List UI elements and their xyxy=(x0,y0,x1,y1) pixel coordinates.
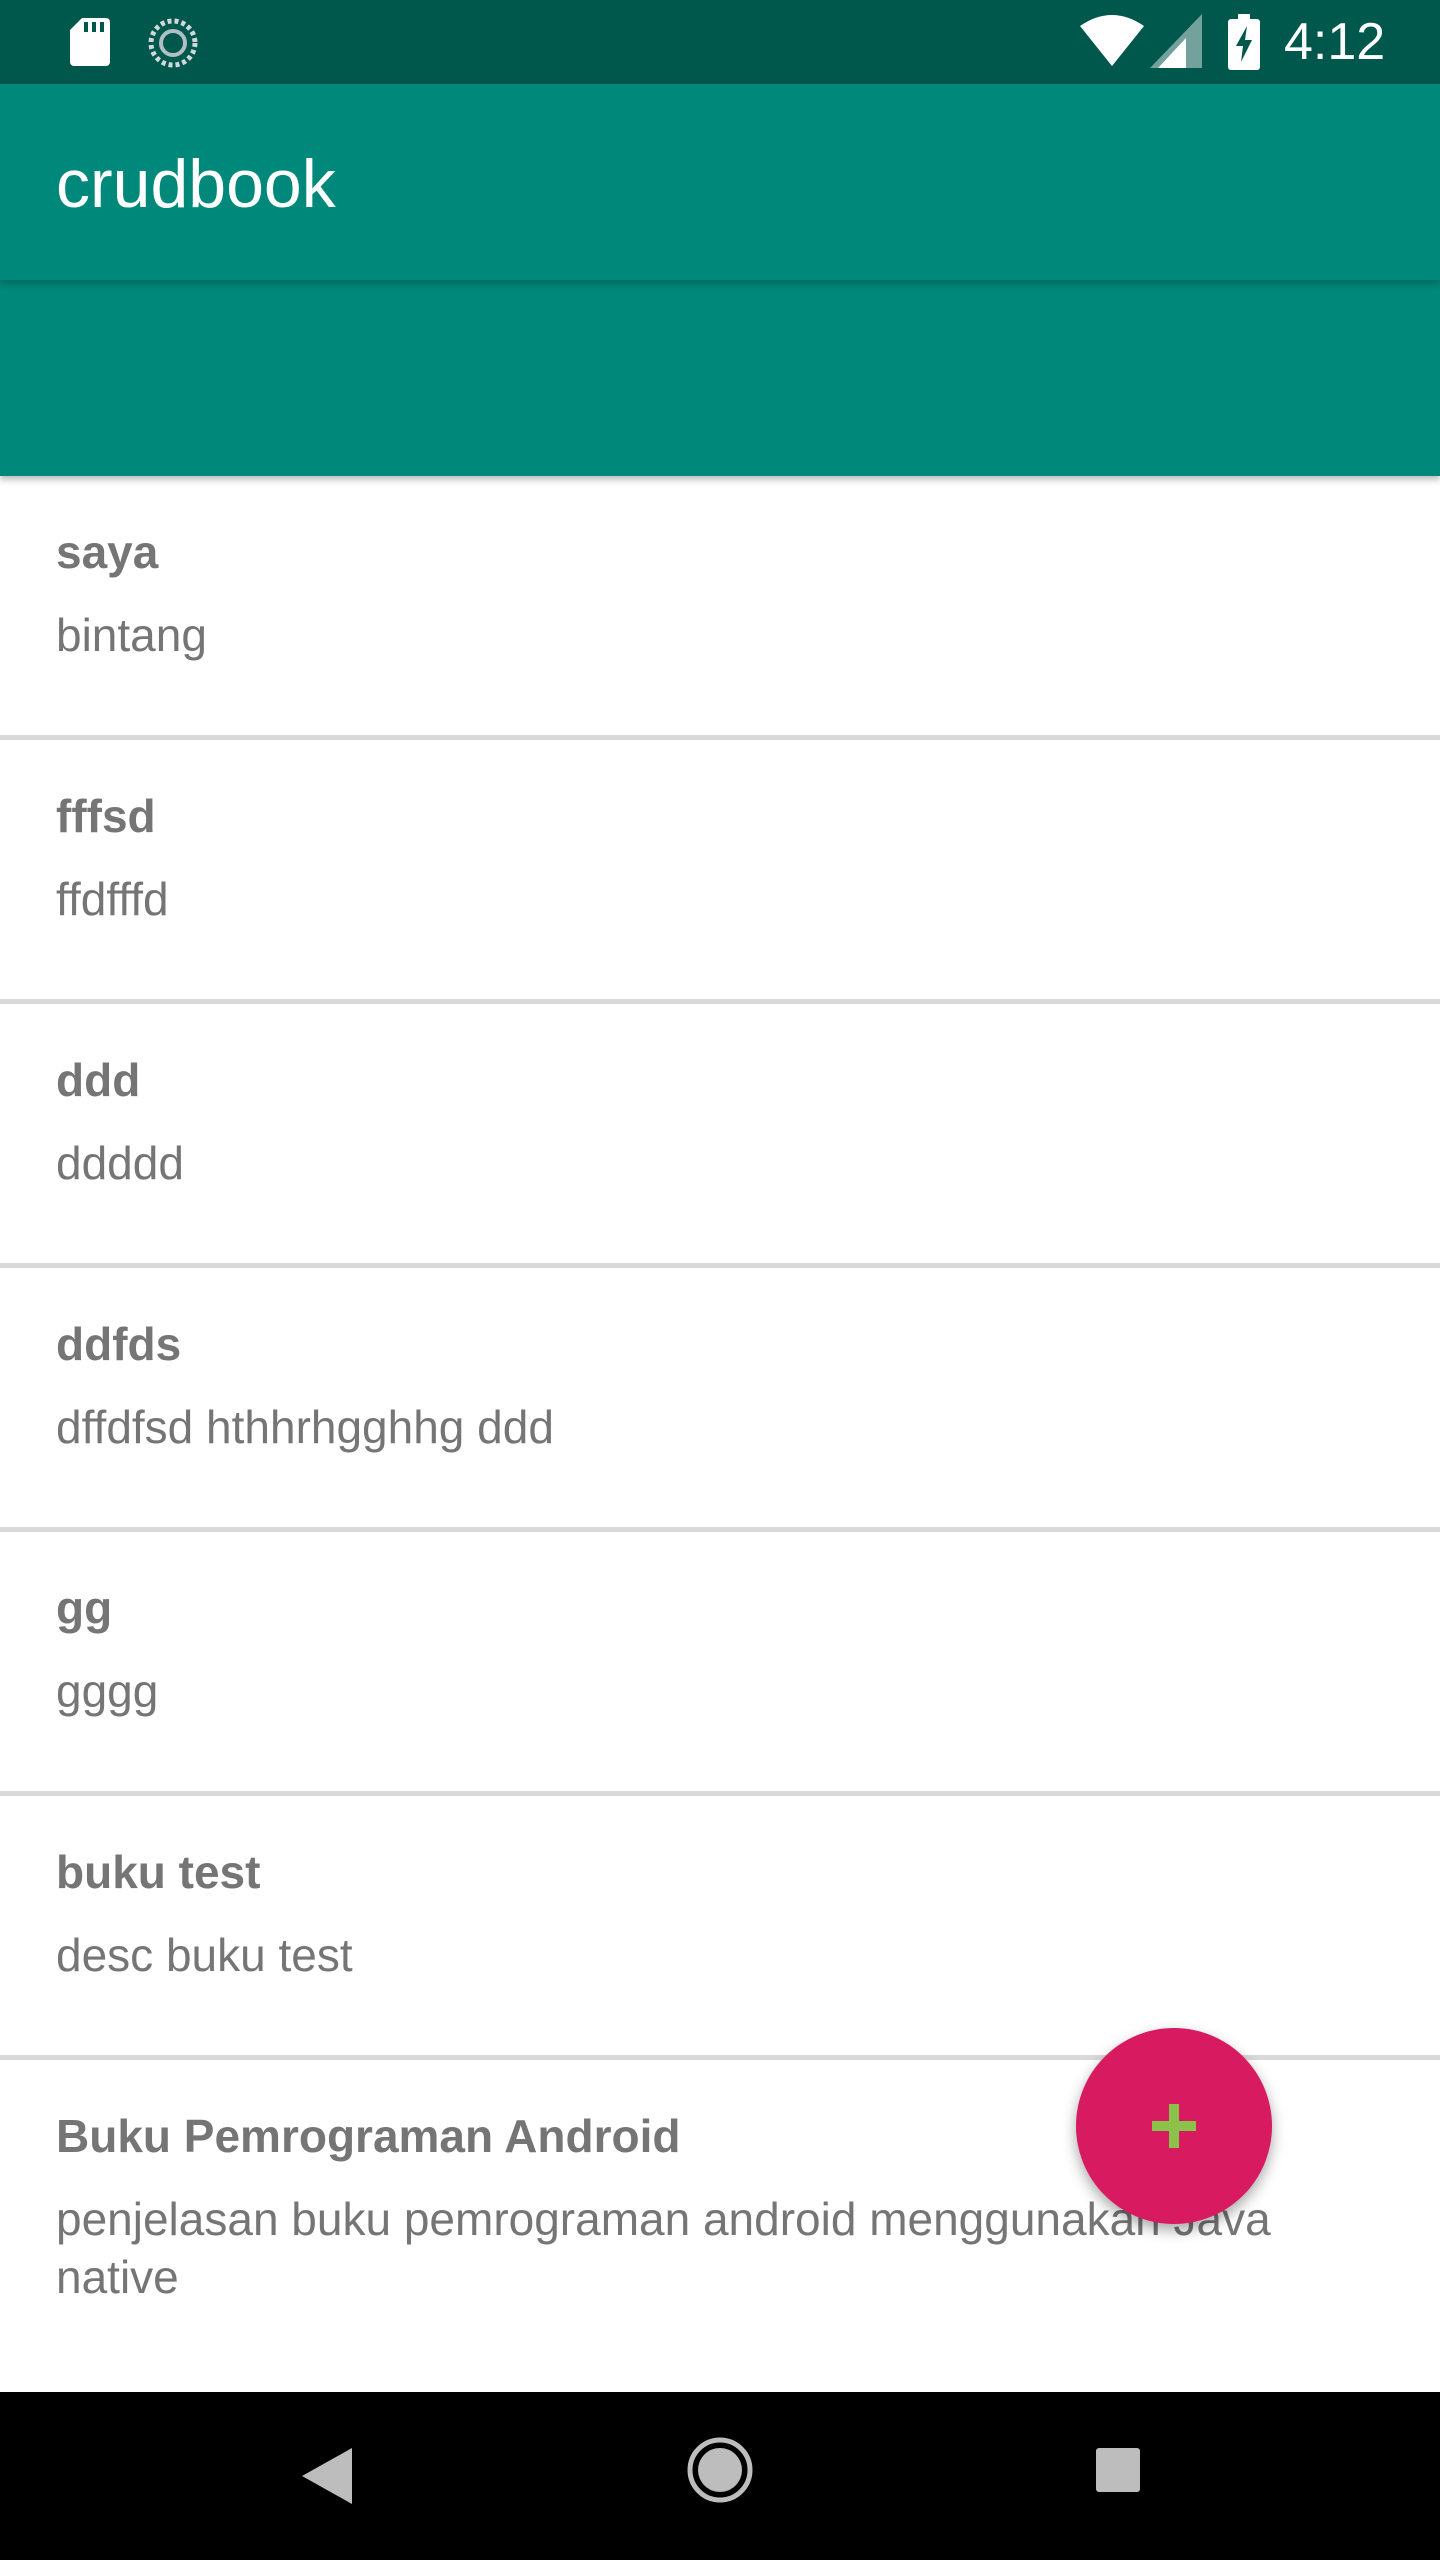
sync-icon xyxy=(148,18,198,68)
book-description: desc buku test xyxy=(56,1929,353,1981)
book-list-item[interactable]: fffsd ffdfffd xyxy=(0,740,1440,1004)
book-title: buku test xyxy=(56,1846,261,1898)
status-bar: 4:12 xyxy=(0,0,1440,84)
book-title: saya xyxy=(56,526,159,578)
app-bar: crudbook xyxy=(0,84,1440,280)
book-description: dffdfsd hthhrhgghhg ddd xyxy=(56,1401,554,1453)
recents-icon[interactable] xyxy=(1096,2448,1140,2492)
book-list-item[interactable]: ddfds dffdfsd hthhrhgghhg ddd xyxy=(0,1268,1440,1532)
battery-charging-icon xyxy=(1228,14,1260,70)
cell-signal-icon xyxy=(1150,14,1202,68)
book-title: fffsd xyxy=(56,790,156,842)
book-title: ddfds xyxy=(56,1318,182,1370)
app-bar-extension xyxy=(0,280,1440,476)
book-description: bintang xyxy=(56,609,207,661)
status-clock: 4:12 xyxy=(1284,13,1386,71)
book-description: ffdfffd xyxy=(56,873,169,925)
book-list-item[interactable]: ddd ddddd xyxy=(0,1004,1440,1268)
book-list-item[interactable]: gg gggg xyxy=(0,1532,1440,1796)
book-title: ddd xyxy=(56,1054,141,1106)
navigation-bar xyxy=(0,2392,1440,2560)
wifi-icon xyxy=(1080,15,1144,66)
add-book-fab[interactable] xyxy=(1076,2028,1272,2224)
app-title: crudbook xyxy=(56,146,336,222)
book-description: ddddd xyxy=(56,1137,184,1189)
back-icon[interactable] xyxy=(296,2444,356,2508)
home-icon[interactable] xyxy=(686,2436,754,2504)
book-list-item[interactable]: saya bintang xyxy=(0,476,1440,740)
book-title: gg xyxy=(56,1582,113,1634)
book-description: gggg xyxy=(56,1665,159,1717)
book-list-item[interactable]: buku test desc buku test xyxy=(0,1796,1440,2060)
sd-card-icon xyxy=(70,18,110,66)
add-icon xyxy=(1152,2104,1196,2148)
